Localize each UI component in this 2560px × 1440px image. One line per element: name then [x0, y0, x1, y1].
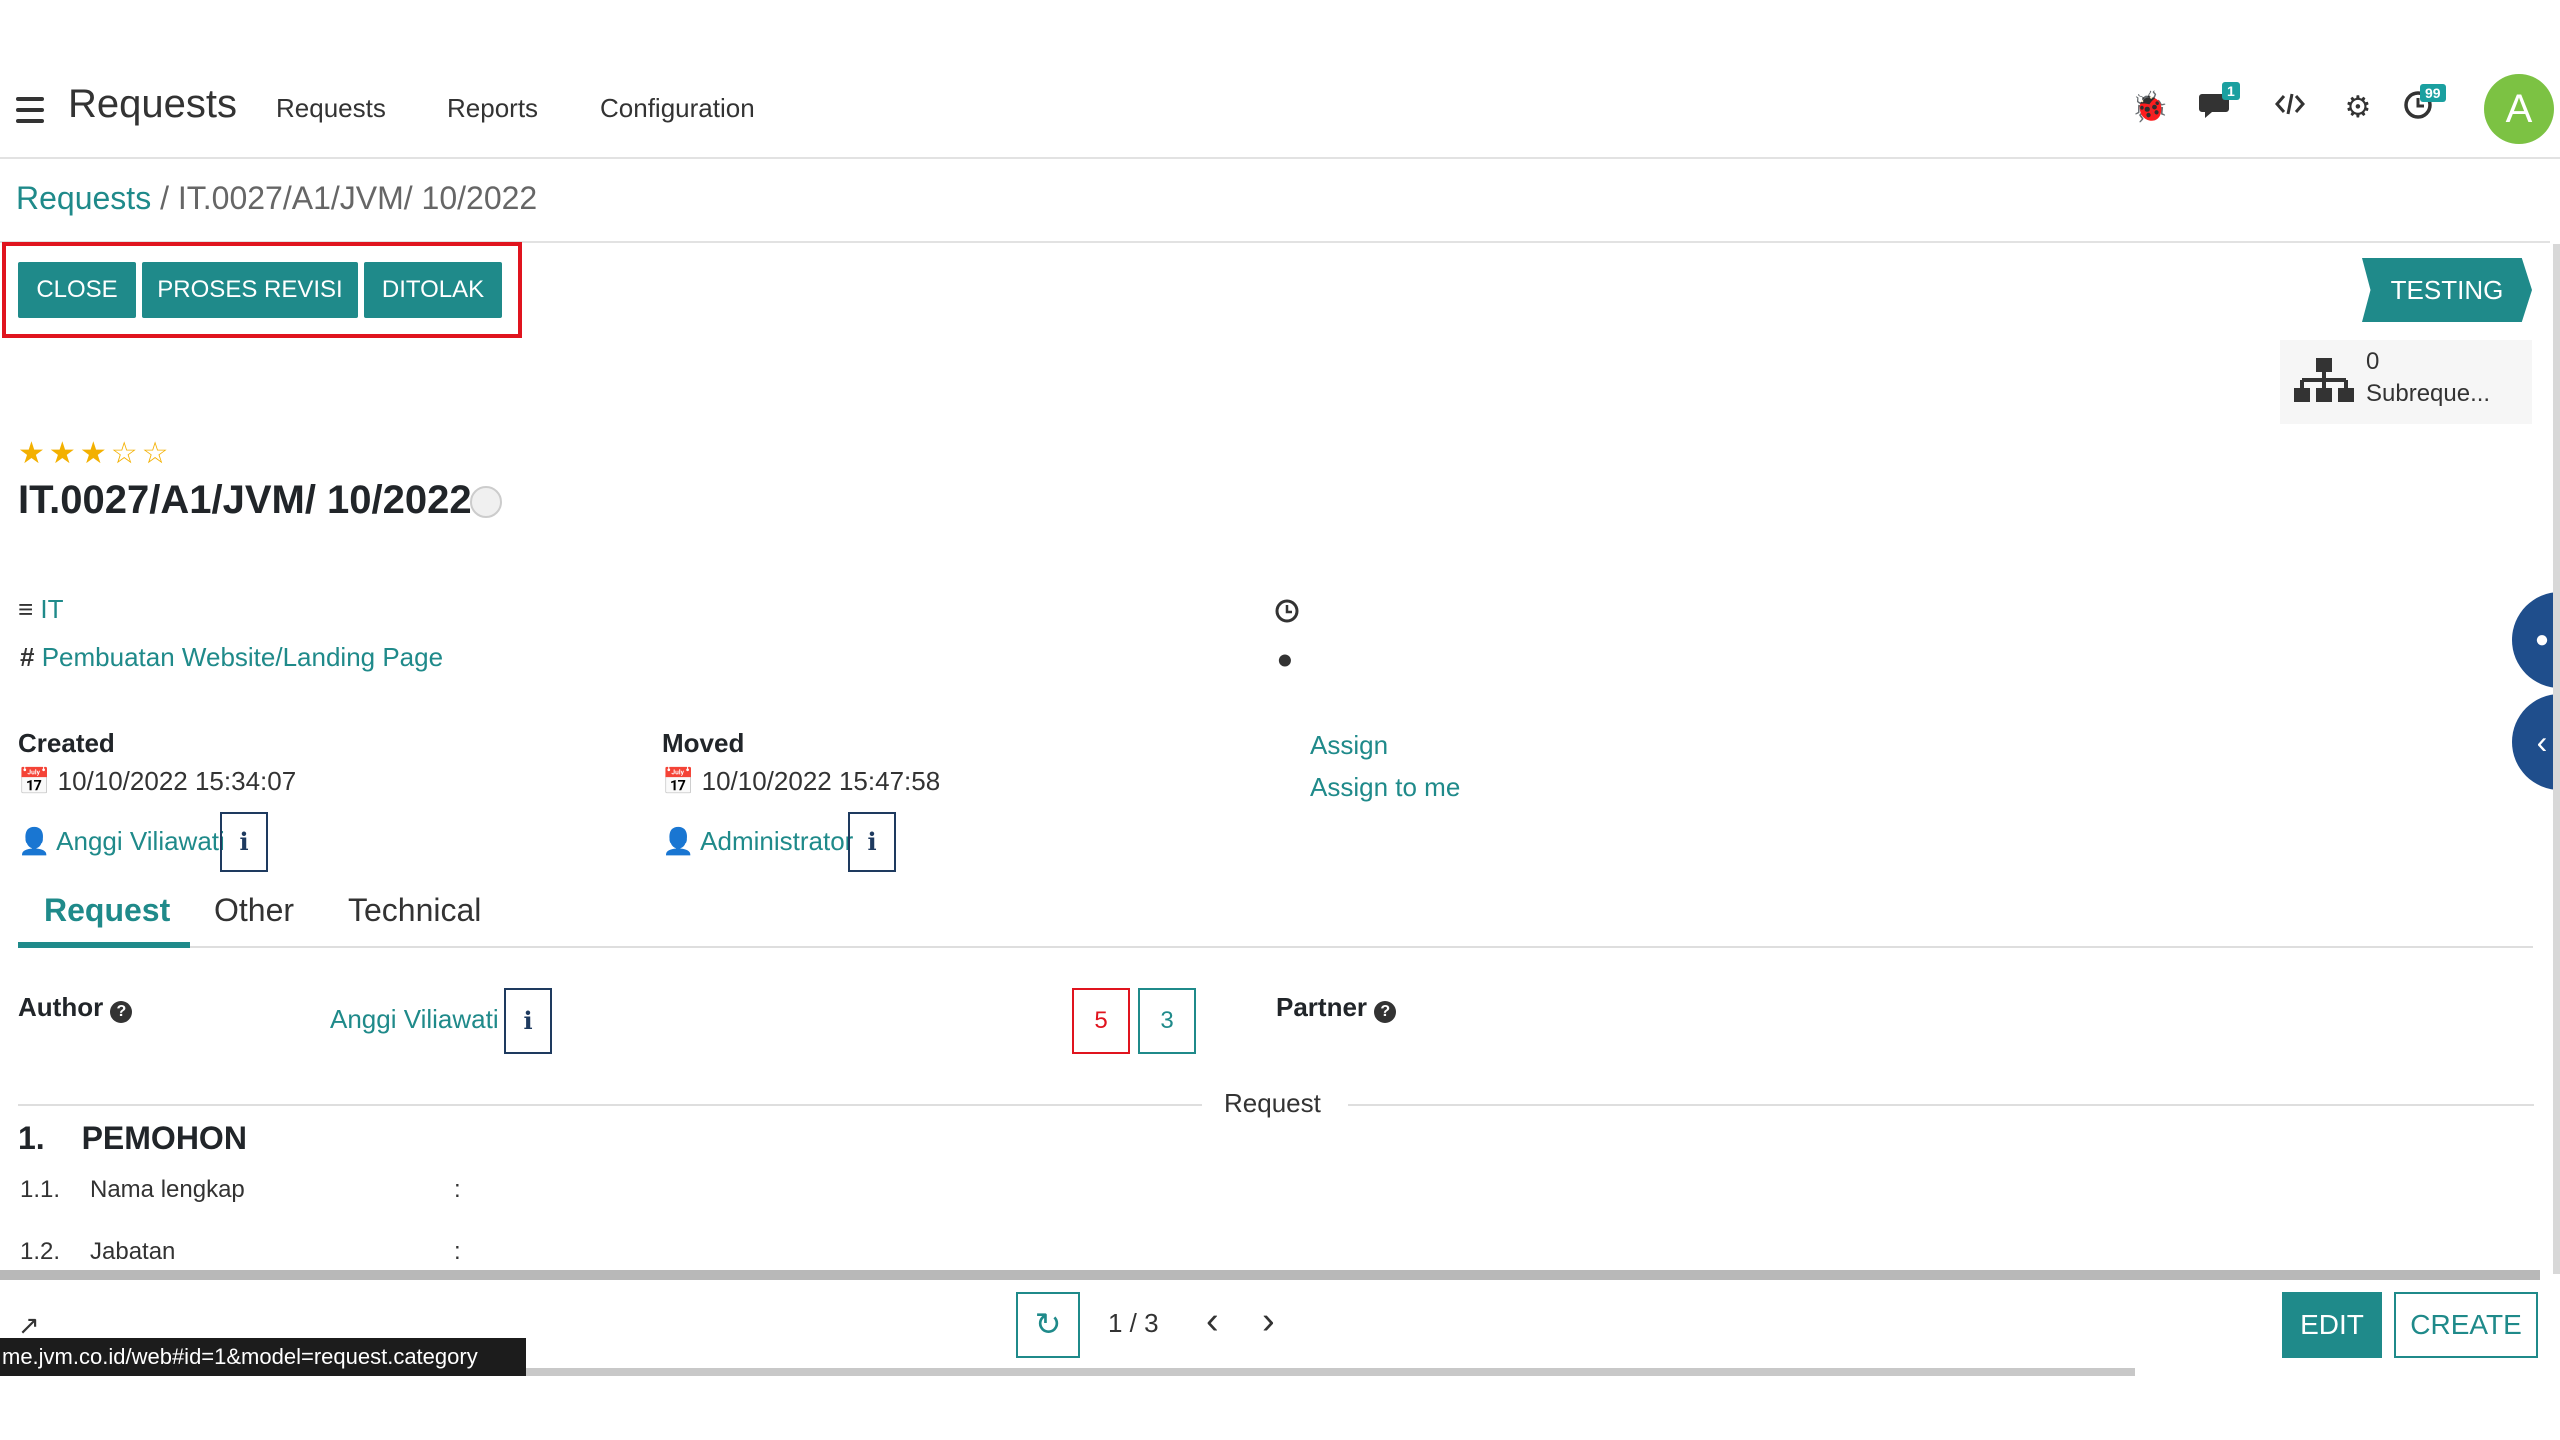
category-field: ≡ IT [18, 594, 64, 625]
moved-label: Moved [662, 728, 745, 758]
separator-line-left [18, 1104, 1202, 1106]
assign-to-me-link[interactable]: Assign to me [1310, 772, 1460, 803]
section-number: 1. [18, 1120, 45, 1156]
star-empty-icon[interactable]: ☆ [111, 437, 142, 470]
user-icon: 👤 [662, 826, 695, 856]
create-button[interactable]: CREATE [2394, 1292, 2538, 1358]
vertical-scrollbar[interactable] [2553, 244, 2560, 1274]
deadline-clock-icon [1274, 598, 1300, 629]
tab-technical[interactable]: Technical [348, 892, 481, 929]
author-link[interactable]: Anggi Viliawati [330, 1004, 499, 1035]
type-link[interactable]: Pembuatan Website/Landing Page [42, 642, 443, 672]
menu-requests[interactable]: Requests [276, 93, 386, 124]
list-item: 1.2. Jabatan : [20, 1238, 461, 1266]
hamburger-menu-icon[interactable] [16, 97, 44, 123]
clock-icon[interactable]: 99 [2398, 84, 2446, 128]
row-number: 1.2. [20, 1238, 61, 1265]
created-date-value: 10/10/2022 15:34:07 [57, 766, 297, 796]
created-date: 📅 10/10/2022 15:34:07 [18, 766, 296, 797]
row-colon: : [454, 1238, 461, 1265]
breadcrumb-separator: / [160, 180, 169, 216]
moved-by: 👤 Administrator [662, 826, 853, 857]
row-colon: : [454, 1176, 461, 1203]
partner-label-text: Partner [1276, 992, 1368, 1022]
menu-configuration[interactable]: Configuration [600, 93, 755, 124]
moved-date-value: 10/10/2022 15:47:58 [701, 766, 941, 796]
activity-badge: 99 [2420, 84, 2446, 102]
top-navbar [0, 0, 2560, 159]
chat-badge: 1 [2222, 82, 2240, 100]
list-item: 1.1. Nama lengkap : [20, 1176, 461, 1204]
gear-icon[interactable]: ⚙ [2338, 90, 2378, 125]
subrequests-button[interactable]: 0 Subreque... [2280, 340, 2532, 424]
request-separator-label: Request [1224, 1088, 1321, 1118]
record-title: IT.0027/A1/JVM/ 10/2022 [18, 478, 472, 522]
app-title[interactable]: Requests [68, 82, 237, 127]
created-label: Created [18, 728, 115, 758]
menu-reports[interactable]: Reports [447, 93, 538, 124]
section-heading: 1. PEMOHON [18, 1120, 247, 1157]
url-tooltip: me.jvm.co.id/web#id=1&model=request.cate… [0, 1338, 526, 1376]
breadcrumb-requests-link[interactable]: Requests [16, 180, 151, 216]
pager-next-icon[interactable]: › [1262, 1300, 1275, 1343]
star-filled-icon[interactable]: ★ [49, 437, 80, 470]
row-label: Nama lengkap [90, 1176, 245, 1203]
code-icon[interactable] [2270, 90, 2310, 124]
tab-request[interactable]: Request [44, 892, 170, 929]
partner-label: Partner ? [1276, 992, 1397, 1023]
priority-stars[interactable]: ★★★☆☆ [18, 436, 173, 471]
created-by-link[interactable]: Anggi Viliawati [56, 826, 225, 856]
hashtag-icon: # [20, 642, 35, 672]
section-title: PEMOHON [81, 1120, 247, 1156]
help-icon: ? [1374, 1001, 1397, 1023]
active-tab-indicator [18, 942, 190, 948]
count-red-button[interactable]: 5 [1072, 988, 1130, 1054]
subrequests-label: Subreque... [2366, 380, 2491, 407]
calendar-icon: 📅 [662, 766, 695, 796]
edit-button[interactable]: EDIT [2282, 1292, 2382, 1358]
reload-button[interactable]: ↻ [1016, 1292, 1080, 1358]
stage-testing[interactable]: TESTING [2362, 258, 2532, 322]
count-teal-button[interactable]: 3 [1138, 988, 1196, 1054]
bug-icon[interactable]: 🐞 [2130, 90, 2170, 125]
ditolak-button[interactable]: DITOLAK [364, 262, 502, 318]
breadcrumb-current: IT.0027/A1/JVM/ 10/2022 [177, 180, 538, 216]
created-by-info-button[interactable]: i [220, 812, 268, 872]
type-field: # Pembuatan Website/Landing Page [20, 642, 443, 673]
close-button[interactable]: CLOSE [18, 262, 136, 318]
row-label: Jabatan [90, 1238, 176, 1265]
subrequests-count: 0 [2366, 348, 2380, 375]
expand-icon[interactable]: ↗ [18, 1310, 40, 1341]
tabs-divider [18, 946, 2533, 948]
proses-revisi-button[interactable]: PROSES REVISI [142, 262, 358, 318]
moved-date: 📅 10/10/2022 15:47:58 [662, 766, 940, 797]
breadcrumb: Requests / IT.0027/A1/JVM/ 10/2022 [16, 180, 537, 217]
category-link[interactable]: IT [40, 594, 63, 624]
pager-previous-icon[interactable]: ‹ [1206, 1300, 1219, 1343]
pager-value[interactable]: 1 / 3 [1108, 1308, 1159, 1339]
user-icon: 👤 [18, 826, 51, 856]
assign-link[interactable]: Assign [1310, 730, 1388, 761]
user-avatar[interactable]: A [2484, 74, 2554, 144]
author-info-button[interactable]: i [504, 988, 552, 1054]
sitemap-icon [2294, 358, 2354, 402]
tab-other[interactable]: Other [214, 892, 294, 929]
moved-by-info-button[interactable]: i [848, 812, 896, 872]
separator-line-right [1348, 1104, 2534, 1106]
help-icon: ? [110, 1001, 133, 1023]
author-label: Author ? [18, 992, 133, 1023]
tags-icon: ⚫ [1274, 646, 1296, 676]
row-number: 1.1. [20, 1176, 61, 1203]
kanban-state-icon[interactable] [470, 486, 502, 518]
calendar-icon: 📅 [18, 766, 51, 796]
created-by: 👤 Anggi Viliawati [18, 826, 225, 857]
star-filled-icon[interactable]: ★ [80, 437, 111, 470]
list-icon: ≡ [18, 594, 34, 624]
author-label-text: Author [18, 992, 104, 1022]
star-filled-icon[interactable]: ★ [18, 437, 49, 470]
horizontal-scrollbar[interactable] [0, 1270, 2540, 1280]
star-empty-icon[interactable]: ☆ [142, 437, 173, 470]
moved-by-link[interactable]: Administrator [700, 826, 853, 856]
chat-icon[interactable]: 1 [2196, 82, 2240, 130]
